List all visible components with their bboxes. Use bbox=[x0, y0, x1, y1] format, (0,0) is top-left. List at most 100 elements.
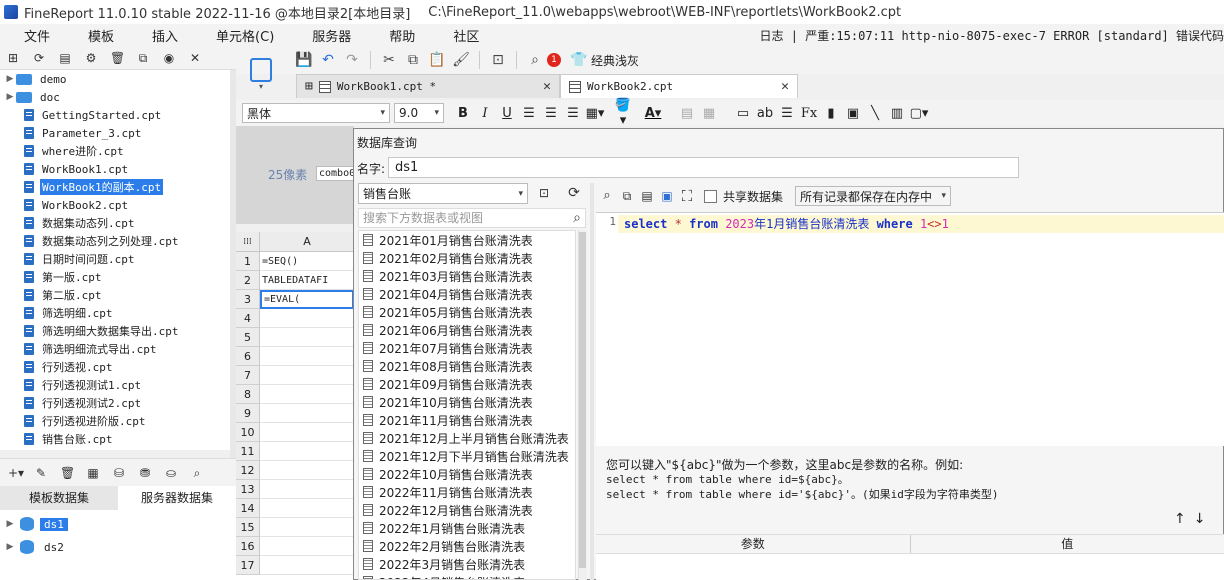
image-icon[interactable]: ▣ bbox=[842, 106, 864, 121]
tree-item[interactable]: WorkBook1的副本.cpt bbox=[0, 178, 236, 196]
row-header[interactable]: 3 bbox=[236, 290, 260, 309]
tree-item[interactable]: 销售台账.cpt bbox=[0, 430, 236, 448]
dataset-item[interactable]: ▶ ds1 bbox=[0, 515, 236, 533]
storage-mode-select[interactable]: 所有记录都保存在内存中 ▾ bbox=[795, 186, 952, 206]
tree-item[interactable]: 行列透视进阶版.cpt bbox=[0, 412, 236, 430]
label-icon[interactable]: ab bbox=[754, 106, 776, 121]
refresh-icon[interactable]: ⟳ bbox=[32, 51, 46, 65]
search-icon[interactable]: ⌕ bbox=[190, 466, 204, 480]
table-item[interactable]: 2021年12月下半月销售台账清洗表 bbox=[359, 447, 575, 465]
row-header[interactable]: 16 bbox=[236, 537, 260, 556]
menu-template[interactable]: 模板 bbox=[64, 26, 128, 45]
row-header[interactable]: 2 bbox=[236, 271, 260, 290]
tree-item[interactable]: 日期时间问题.cpt bbox=[0, 250, 236, 268]
dataset-link-icon[interactable]: ⛃ bbox=[138, 466, 152, 480]
sheet-cell[interactable] bbox=[260, 328, 354, 347]
row-header[interactable]: 10 bbox=[236, 423, 260, 442]
template-dataset-icon[interactable]: ⊡ bbox=[488, 50, 508, 70]
delete-icon[interactable]: 🗑 bbox=[110, 51, 125, 65]
menu-cell[interactable]: 单元格(C) bbox=[192, 26, 288, 45]
new-folder-icon[interactable]: ⊞ bbox=[6, 51, 20, 65]
font-size-select[interactable]: 9.0 ▾ bbox=[394, 103, 444, 123]
menu-file[interactable]: 文件 bbox=[0, 26, 64, 45]
tab-workbook1[interactable]: ⊞ WorkBook1.cpt * ✕ bbox=[296, 74, 560, 98]
row-header[interactable]: 11 bbox=[236, 442, 260, 461]
sheet-cell[interactable] bbox=[260, 366, 354, 385]
dataset-cache-icon[interactable]: ⛀ bbox=[164, 466, 178, 480]
open-template-icon[interactable]: ▤ bbox=[58, 51, 72, 65]
dataset-item[interactable]: ▶ ds2 bbox=[0, 538, 236, 556]
tree-item[interactable]: 筛选明细大数据集导出.cpt bbox=[0, 322, 236, 340]
column-header-a[interactable]: A bbox=[260, 232, 354, 251]
search-icon[interactable]: ⌕ bbox=[573, 209, 581, 227]
sheet-cell[interactable] bbox=[260, 309, 354, 328]
table-item[interactable]: 2021年09月销售台账清洗表 bbox=[359, 375, 575, 393]
sheet-cell[interactable] bbox=[260, 385, 354, 404]
refresh-icon[interactable]: ⟳ bbox=[567, 186, 581, 200]
table-item[interactable]: 2021年02月销售台账清洗表 bbox=[359, 249, 575, 267]
undo-icon[interactable]: ↶ bbox=[318, 50, 338, 70]
sheet-cell[interactable] bbox=[260, 423, 354, 442]
classic-theme-label[interactable]: 经典浅灰 bbox=[591, 52, 639, 69]
tree-item[interactable]: 数据集动态列.cpt bbox=[0, 214, 236, 232]
menu-help[interactable]: 帮助 bbox=[365, 26, 429, 45]
font-color-icon[interactable]: A▾ bbox=[642, 106, 664, 121]
table-item[interactable]: 2022年1月销售台账清洗表 bbox=[359, 519, 575, 537]
sheet-cell[interactable]: TABLEDATAFI bbox=[260, 271, 354, 290]
preview-icon[interactable]: ▦ bbox=[86, 466, 100, 480]
tree-item[interactable]: Parameter_3.cpt bbox=[0, 124, 236, 142]
tree-item[interactable]: 筛选明细流式导出.cpt bbox=[0, 340, 236, 358]
row-header[interactable]: 9 bbox=[236, 404, 260, 423]
search-template-icon[interactable]: ⌕ bbox=[525, 50, 545, 70]
formula-icon[interactable]: Fx bbox=[798, 106, 820, 121]
format-painter-icon[interactable]: 🖌 bbox=[451, 50, 471, 70]
tree-item[interactable]: 数据集动态列之列处理.cpt bbox=[0, 232, 236, 250]
row-header[interactable]: 14 bbox=[236, 499, 260, 518]
float-element-icon[interactable]: ▢▾ bbox=[908, 106, 930, 121]
merge-icon[interactable]: ▤ bbox=[676, 106, 698, 121]
menu-insert[interactable]: 插入 bbox=[128, 26, 192, 45]
row-header[interactable]: 17 bbox=[236, 556, 260, 575]
connection-settings-icon[interactable]: ⊡ bbox=[537, 186, 551, 200]
tab-workbook2[interactable]: WorkBook2.cpt ✕ bbox=[560, 74, 798, 98]
table-item[interactable]: 2022年12月销售台账清洗表 bbox=[359, 501, 575, 519]
row-header[interactable]: 13 bbox=[236, 480, 260, 499]
sheet-cell[interactable] bbox=[260, 480, 354, 499]
expand-arrow-icon[interactable]: ▶ bbox=[4, 542, 16, 552]
tab-server-datasets[interactable]: 服务器数据集 bbox=[118, 486, 236, 510]
align-left-icon[interactable]: ☰ bbox=[518, 106, 540, 121]
sheet-cell[interactable] bbox=[260, 442, 354, 461]
font-family-select[interactable]: 黑体 ▾ bbox=[242, 103, 390, 123]
dialog-splitter[interactable] bbox=[590, 183, 594, 580]
menu-community[interactable]: 社区 bbox=[429, 26, 493, 45]
move-down-icon[interactable]: ↓ bbox=[1194, 511, 1214, 527]
tree-item[interactable]: 第二版.cpt bbox=[0, 286, 236, 304]
row-header[interactable]: 6 bbox=[236, 347, 260, 366]
table-item[interactable]: 2022年3月销售台账清洗表 bbox=[359, 555, 575, 573]
save-icon[interactable]: 💾 bbox=[294, 50, 314, 70]
share-dataset-checkbox[interactable] bbox=[704, 189, 717, 203]
tree-item[interactable]: 行列透视测试1.cpt bbox=[0, 376, 236, 394]
unmerge-icon[interactable]: ▦ bbox=[698, 106, 720, 121]
align-right-icon[interactable]: ☰ bbox=[562, 106, 584, 121]
table-item[interactable]: 2022年11月销售台账清洗表 bbox=[359, 483, 575, 501]
copy-icon[interactable]: ⧉ bbox=[136, 51, 150, 65]
close-icon[interactable]: ✕ bbox=[781, 79, 789, 94]
collapse-icon[interactable]: ✕ bbox=[188, 51, 202, 65]
tree-item[interactable]: 行列透视.cpt bbox=[0, 358, 236, 376]
align-center-icon[interactable]: ☰ bbox=[540, 106, 562, 121]
table-item[interactable]: 2021年05月销售台账清洗表 bbox=[359, 303, 575, 321]
sheet-cell[interactable] bbox=[260, 347, 354, 366]
format-sql-icon[interactable]: ▤ bbox=[640, 189, 654, 203]
sheet-cell[interactable]: =SEQ() bbox=[260, 252, 354, 271]
tree-item[interactable]: 第一版.cpt bbox=[0, 268, 236, 286]
sql-line[interactable]: select * from 2023年1月销售台账清洗表 where 1<>1 bbox=[618, 215, 1224, 233]
table-item[interactable]: 2021年12月上半月销售台账清洗表 bbox=[359, 429, 575, 447]
table-item[interactable]: 2022年4月销售台账清洗表 bbox=[359, 573, 575, 579]
row-header[interactable]: 1 bbox=[236, 252, 260, 271]
locate-icon[interactable]: ◉ bbox=[162, 51, 176, 65]
underline-icon[interactable]: U bbox=[496, 106, 518, 121]
row-header[interactable]: 8 bbox=[236, 385, 260, 404]
row-header[interactable]: 5 bbox=[236, 328, 260, 347]
sheet-cell[interactable] bbox=[260, 461, 354, 480]
